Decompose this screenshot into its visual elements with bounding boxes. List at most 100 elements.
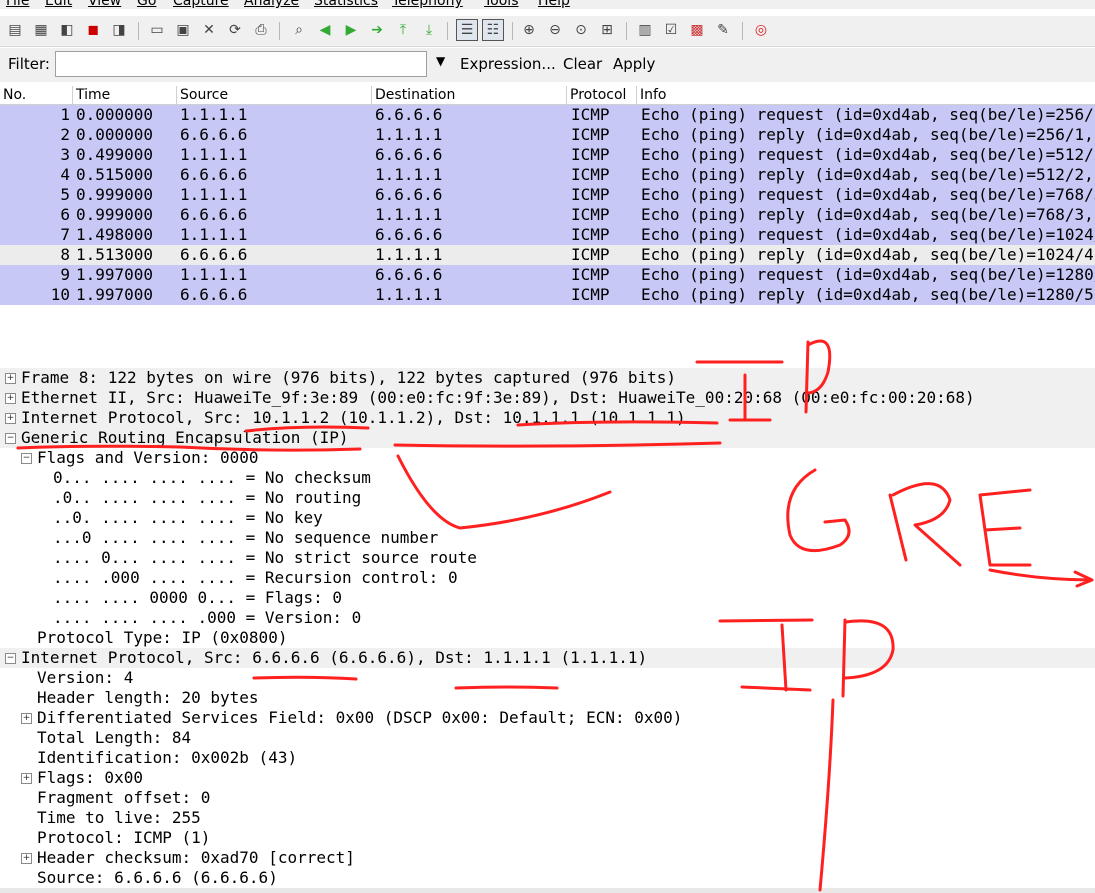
column-source[interactable]: Source: [180, 86, 228, 104]
packet-no: 10: [50, 285, 70, 304]
detail-text: Flags: 0x00: [37, 768, 143, 787]
detail-text: Protocol: ICMP (1): [37, 828, 211, 847]
go-forward-icon[interactable]: ▶: [342, 21, 360, 39]
toolbar-separator: [447, 22, 448, 40]
tree-frame[interactable]: + Frame 8: 122 bytes on wire (976 bits), …: [0, 368, 1095, 388]
zoom-out-icon[interactable]: ⊖: [546, 21, 564, 39]
packet-destination: 6.6.6.6: [375, 105, 443, 124]
packet-info: Echo (ping) reply (id=0xd4ab, seq(be/le)…: [641, 125, 1095, 144]
go-last-icon[interactable]: ⤓: [420, 21, 438, 39]
packet-row[interactable]: 9 1.997000 1.1.1.1 6.6.6.6 ICMP Echo (ping) r…: [0, 265, 1095, 285]
menu-help[interactable]: Help: [538, 0, 570, 9]
menu-edit[interactable]: Edit: [45, 0, 72, 9]
packet-source: 1.1.1.1: [180, 225, 248, 244]
menu-telephony[interactable]: Telephony: [392, 0, 463, 9]
stop-capture-icon[interactable]: ◼: [84, 21, 102, 39]
expand-icon[interactable]: +: [5, 413, 16, 424]
packet-row[interactable]: 3 0.499000 1.1.1.1 6.6.6.6 ICMP Echo (ping) r…: [0, 145, 1095, 165]
collapse-icon[interactable]: −: [21, 453, 32, 464]
packet-protocol: ICMP: [571, 245, 610, 264]
packet-row[interactable]: 1 0.000000 1.1.1.1 6.6.6.6 ICMP Echo (ping) r…: [0, 105, 1095, 125]
help-icon[interactable]: ◎: [752, 21, 770, 39]
menu-file[interactable]: File: [6, 0, 29, 9]
auto-scroll-icon[interactable]: ☷: [482, 19, 504, 41]
coloring-rules-icon[interactable]: ▩: [688, 21, 706, 39]
pane-splitter[interactable]: [0, 888, 1095, 893]
menu-statistics[interactable]: Statistics: [314, 0, 378, 9]
packet-destination: 6.6.6.6: [375, 185, 443, 204]
packet-row[interactable]: 10 1.997000 6.6.6.6 1.1.1.1 ICMP Echo (ping) …: [0, 285, 1095, 305]
tree-gre[interactable]: − Generic Routing Encapsulation (IP): [0, 428, 1095, 448]
reload-icon[interactable]: ⟳: [226, 21, 244, 39]
detail-text: Version: 4: [37, 668, 134, 687]
expand-icon[interactable]: +: [21, 853, 32, 864]
close-file-icon[interactable]: ✕: [200, 21, 218, 39]
preferences-icon[interactable]: ✎: [714, 21, 732, 39]
filter-input[interactable]: [55, 51, 427, 77]
go-back-icon[interactable]: ◀: [316, 21, 334, 39]
expression-button[interactable]: Expression...: [460, 55, 556, 73]
column-info[interactable]: Info: [640, 86, 667, 104]
packet-info: Echo (ping) request (id=0xd4ab, seq(be/l…: [641, 265, 1095, 284]
apply-button[interactable]: Apply: [613, 55, 655, 73]
packet-row[interactable]: 4 0.515000 6.6.6.6 1.1.1.1 ICMP Echo (ping) r…: [0, 165, 1095, 185]
packet-time: 0.515000: [76, 165, 154, 184]
packet-row[interactable]: 2 0.000000 6.6.6.6 1.1.1.1 ICMP Echo (ping) r…: [0, 125, 1095, 145]
capture-filters-icon[interactable]: ▥: [636, 21, 654, 39]
chevron-down-icon[interactable]: ▼: [436, 54, 445, 68]
find-packet-icon[interactable]: ⌕: [290, 21, 308, 39]
packet-row[interactable]: 8 1.513000 6.6.6.6 1.1.1.1 ICMP Echo (ping) r…: [0, 245, 1095, 265]
column-protocol[interactable]: Protocol: [570, 86, 626, 104]
collapse-icon[interactable]: −: [5, 433, 16, 444]
detail-text: Header checksum: 0xad70 [correct]: [37, 848, 355, 867]
tree-inner-ip[interactable]: − Internet Protocol, Src: 6.6.6.6 (6.6.6.…: [0, 648, 1095, 668]
packet-info: Echo (ping) reply (id=0xd4ab, seq(be/le)…: [641, 205, 1095, 224]
detail-text: .... .000 .... .... = Recursion control:…: [53, 568, 458, 587]
expand-icon[interactable]: +: [5, 373, 16, 384]
go-first-icon[interactable]: ⤒: [394, 21, 412, 39]
clear-button[interactable]: Clear: [563, 55, 602, 73]
menu-capture[interactable]: Capture: [173, 0, 229, 9]
column-no[interactable]: No.: [3, 86, 26, 104]
menu-analyze[interactable]: Analyze: [244, 0, 299, 9]
start-capture-icon[interactable]: ◧: [58, 21, 76, 39]
packet-source: 6.6.6.6: [180, 125, 248, 144]
packet-row[interactable]: 5 0.999000 1.1.1.1 6.6.6.6 ICMP Echo (ping) r…: [0, 185, 1095, 205]
expand-icon[interactable]: +: [21, 713, 32, 724]
column-divider: [636, 86, 637, 104]
print-icon[interactable]: ⎙: [252, 21, 270, 39]
packet-destination: 1.1.1.1: [375, 165, 443, 184]
column-destination[interactable]: Destination: [375, 86, 455, 104]
detail-text: .... 0... .... .... = No strict source r…: [53, 548, 477, 567]
colorize-icon[interactable]: ☰: [456, 19, 478, 41]
packet-source: 1.1.1.1: [180, 185, 248, 204]
display-filters-icon[interactable]: ☑: [662, 21, 680, 39]
normal-size-icon[interactable]: ⊙: [572, 21, 590, 39]
go-to-packet-icon[interactable]: ➔: [368, 21, 386, 39]
detail-text: Time to live: 255: [37, 808, 201, 827]
detail-text: .0.. .... .... .... = No routing: [53, 488, 362, 507]
packet-destination: 6.6.6.6: [375, 225, 443, 244]
tree-ethernet[interactable]: + Ethernet II, Src: HuaweiTe_9f:3e:89 (00…: [0, 388, 1095, 408]
tree-outer-ip[interactable]: + Internet Protocol, Src: 10.1.1.2 (10.1.…: [0, 408, 1095, 428]
interface-list-icon[interactable]: ▤: [6, 21, 24, 39]
packet-protocol: ICMP: [571, 125, 610, 144]
restart-capture-icon[interactable]: ◨: [110, 21, 128, 39]
expand-icon[interactable]: +: [21, 773, 32, 784]
save-file-icon[interactable]: ▣: [174, 21, 192, 39]
packet-no: 8: [60, 245, 70, 264]
collapse-icon[interactable]: −: [5, 653, 16, 664]
menu-tools[interactable]: Tools: [484, 0, 519, 9]
menu-go[interactable]: Go: [137, 0, 156, 9]
zoom-in-icon[interactable]: ⊕: [520, 21, 538, 39]
capture-options-icon[interactable]: ▦: [32, 21, 50, 39]
resize-columns-icon[interactable]: ⊞: [598, 21, 616, 39]
packet-time: 1.513000: [76, 245, 154, 264]
expand-icon[interactable]: +: [5, 393, 16, 404]
menu-view[interactable]: View: [88, 0, 121, 9]
column-time[interactable]: Time: [76, 86, 110, 104]
column-divider: [72, 86, 73, 104]
open-file-icon[interactable]: ▭: [148, 21, 166, 39]
packet-row[interactable]: 6 0.999000 6.6.6.6 1.1.1.1 ICMP Echo (ping) r…: [0, 205, 1095, 225]
packet-row[interactable]: 7 1.498000 1.1.1.1 6.6.6.6 ICMP Echo (ping) r…: [0, 225, 1095, 245]
